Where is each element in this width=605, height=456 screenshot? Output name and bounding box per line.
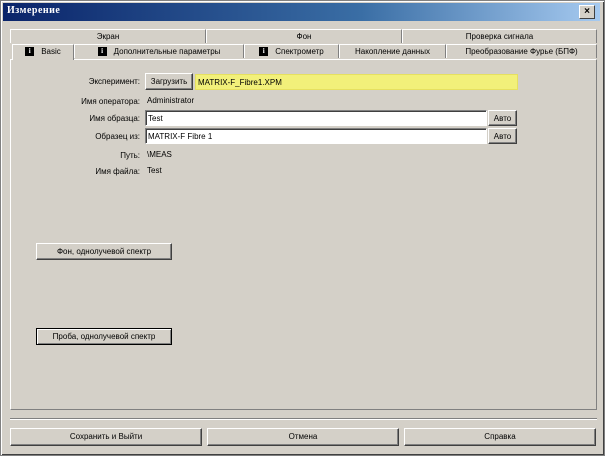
- load-button[interactable]: Загрузить: [145, 73, 193, 90]
- experiment-field[interactable]: MATRIX-F_Fibre1.XPM: [195, 74, 518, 90]
- sample-name-auto-button[interactable]: Авто: [488, 110, 517, 126]
- tab-basic[interactable]: i Basic: [12, 44, 74, 60]
- tab-signal-check[interactable]: Проверка сигнала: [402, 29, 597, 43]
- tab-label: Накопление данных: [355, 47, 430, 56]
- sample-name-input[interactable]: Test: [145, 110, 487, 126]
- tab-label: Проверка сигнала: [465, 32, 534, 41]
- info-icon: i: [25, 47, 35, 57]
- operator-label: Имя оператора:: [81, 97, 140, 106]
- background-single-channel-button[interactable]: Фон, однолучевой спектр: [36, 243, 172, 260]
- window-title: Измерение: [7, 5, 61, 16]
- tab-label: Basic: [41, 47, 61, 56]
- title-bar[interactable]: Измерение ×: [3, 3, 600, 21]
- sample-name-label: Имя образца:: [89, 114, 140, 123]
- filename-value: Test: [147, 166, 162, 175]
- tab-advanced-params[interactable]: i Дополнительные параметры: [74, 44, 244, 58]
- info-icon: i: [97, 47, 107, 57]
- path-label: Путь:: [120, 151, 140, 160]
- close-icon: ×: [584, 6, 590, 17]
- tab-spectrometer[interactable]: i Спектрометр: [244, 44, 339, 58]
- tab-label: Дополнительные параметры: [113, 47, 221, 56]
- help-button[interactable]: Справка: [404, 428, 596, 446]
- save-and-exit-button[interactable]: Сохранить и Выйти: [10, 428, 202, 446]
- info-icon: i: [259, 47, 269, 57]
- filename-label: Имя файла:: [95, 167, 140, 176]
- tab-screen[interactable]: Экран: [10, 29, 206, 43]
- tab-data-accumulation[interactable]: Накопление данных: [339, 44, 446, 58]
- sample-from-label: Образец из:: [95, 132, 140, 141]
- sample-from-input[interactable]: MATRIX-F Fibre 1: [145, 128, 487, 144]
- footer-divider: [10, 418, 597, 420]
- tab-fourier-transform[interactable]: Преобразование Фурье (БПФ): [446, 44, 597, 58]
- tab-background[interactable]: Фон: [206, 29, 402, 43]
- path-value: \MEAS: [147, 150, 172, 159]
- tab-label: Фон: [296, 32, 312, 41]
- operator-value: Administrator: [147, 96, 195, 105]
- close-button[interactable]: ×: [579, 5, 595, 19]
- tab-label: Спектрометр: [275, 47, 324, 56]
- tab-label: Экран: [96, 32, 120, 41]
- sample-single-channel-button[interactable]: Проба, однолучевой спектр: [36, 328, 172, 345]
- experiment-label: Эксперимент:: [88, 77, 140, 86]
- sample-from-auto-button[interactable]: Авто: [488, 128, 517, 144]
- cancel-button[interactable]: Отмена: [207, 428, 399, 446]
- tab-label: Преобразование Фурье (БПФ): [465, 47, 578, 56]
